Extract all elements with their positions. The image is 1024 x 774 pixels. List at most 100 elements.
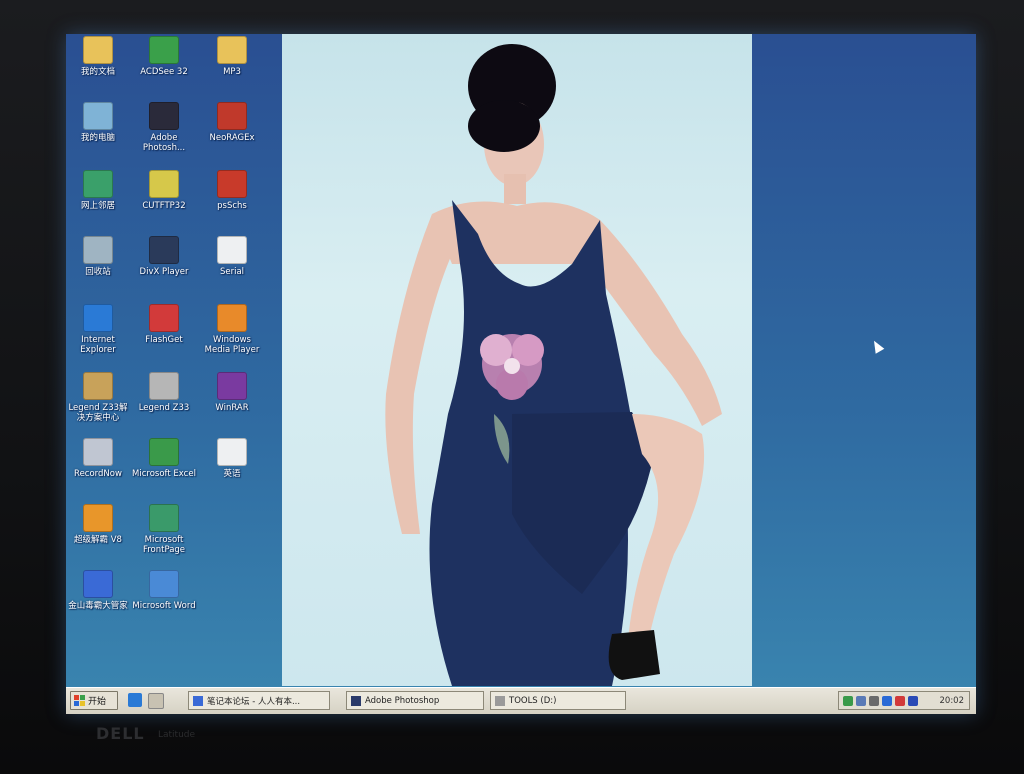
- text-document-icon: [217, 438, 247, 466]
- legend-support-icon: [83, 372, 113, 400]
- desktop-icon-label: 我的文档: [80, 67, 115, 77]
- desktop-icon-label: Adobe Photosh...: [142, 133, 186, 153]
- player-icon: [83, 504, 113, 532]
- desktop-icon[interactable]: Microsoft Excel: [132, 438, 196, 479]
- start-button[interactable]: 开始: [70, 691, 118, 710]
- photoshop-icon: [351, 695, 361, 706]
- desktop-icon[interactable]: Windows Media Player: [200, 304, 264, 355]
- desktop-screen: 我的文档我的电脑网上邻居回收站 Internet Explorer Legend Z…: [66, 34, 976, 714]
- text-document-icon: [217, 236, 247, 264]
- desktop-icon-label: 回收站: [85, 267, 111, 277]
- recycle-bin-icon: [83, 236, 113, 264]
- task-label: 笔记本论坛 - 人人有本...: [207, 696, 301, 707]
- desktop-icon[interactable]: 金山毒霸大管家: [66, 570, 130, 611]
- task-tools-drive[interactable]: TOOLS (D:): [490, 691, 626, 710]
- network-neighborhood-icon: [83, 170, 113, 198]
- photoshop-eye-icon: [149, 102, 179, 130]
- cuteftp-icon: [149, 170, 179, 198]
- desktop-icon-label: 网上邻居: [80, 201, 115, 211]
- antivirus-tray-icon[interactable]: [895, 695, 905, 706]
- desktop-icon[interactable]: CUTFTP32: [132, 170, 196, 211]
- flashget-icon: [149, 304, 179, 332]
- quick-launch: [128, 693, 164, 709]
- task-photoshop[interactable]: Adobe Photoshop: [346, 691, 484, 710]
- desktop-icon[interactable]: 回收站: [66, 236, 130, 277]
- mouse-pointer: [869, 338, 885, 354]
- desktop-icon[interactable]: MP3: [200, 36, 264, 77]
- recordnow-icon: [83, 438, 113, 466]
- monitor-model: Latitude: [158, 730, 196, 740]
- start-label: 开始: [88, 697, 107, 707]
- desktop-icon[interactable]: 我的电脑: [66, 102, 130, 143]
- desktop-icon[interactable]: DivX Player: [132, 236, 196, 277]
- desktop-icon-label: NeoRAGEx: [209, 133, 255, 143]
- desktop-icon[interactable]: RecordNow: [66, 438, 130, 479]
- desktop-icon[interactable]: Serial: [200, 236, 264, 277]
- desktop-icon[interactable]: Microsoft Word: [132, 570, 196, 611]
- desktop-icon-label: ACDSee 32: [140, 67, 188, 77]
- desktop-icon[interactable]: 英语: [200, 438, 264, 479]
- excel-icon: [149, 438, 179, 466]
- desktop-icon[interactable]: psSchs: [200, 170, 264, 211]
- desktop-icon-label: Microsoft Word: [132, 601, 196, 611]
- shield-icon[interactable]: [882, 695, 892, 706]
- acdsee-icon: [149, 36, 179, 64]
- frontpage-icon: [149, 504, 179, 532]
- desktop-icon-label: RecordNow: [74, 469, 122, 479]
- desktop-icon[interactable]: FlashGet: [132, 304, 196, 345]
- desktop-icon[interactable]: ACDSee 32: [132, 36, 196, 77]
- desktop-icon[interactable]: 超级解霸 V8: [66, 504, 130, 545]
- my-computer-icon: [83, 102, 113, 130]
- task-label: TOOLS (D:): [509, 695, 557, 706]
- game-icon: [217, 170, 247, 198]
- desktop-icon[interactable]: 网上邻居: [66, 170, 130, 211]
- media-player-icon: [217, 304, 247, 332]
- desktop-icon-label: WinRAR: [215, 403, 249, 413]
- ime-icon[interactable]: [856, 695, 866, 706]
- monitor-brand: DELL: [96, 724, 145, 743]
- desktop-icon-label: Microsoft FrontPage: [142, 535, 186, 555]
- desktop-icon-label: MP3: [223, 67, 241, 77]
- word-icon: [149, 570, 179, 598]
- task-label: Adobe Photoshop: [365, 695, 440, 706]
- taskbar-clock: 20:02: [939, 695, 965, 706]
- desktop-icon[interactable]: WinRAR: [200, 372, 264, 413]
- desktop-icon-label: CUTFTP32: [142, 201, 186, 211]
- desktop-icon-label: 英语: [223, 469, 241, 479]
- desktop-icon-label: Internet Explorer: [80, 335, 116, 355]
- legend-icon: [149, 372, 179, 400]
- desktop-icon-label: FlashGet: [145, 335, 183, 345]
- desktop-icon[interactable]: 我的文档: [66, 36, 130, 77]
- internet-explorer-icon[interactable]: [128, 693, 142, 707]
- wallpaper-image: [282, 34, 752, 686]
- divx-player-icon: [149, 236, 179, 264]
- desktop-icon[interactable]: Legend Z33: [132, 372, 196, 413]
- desktop-icon-label: Legend Z33解决方案中心: [68, 403, 128, 423]
- desktop-icon[interactable]: Internet Explorer: [66, 304, 130, 355]
- system-tray: 20:02: [838, 691, 970, 710]
- desktop-icon-label: psSchs: [217, 201, 247, 211]
- my-documents-icon: [83, 36, 113, 64]
- volume-icon[interactable]: [869, 695, 879, 706]
- internet-explorer-icon: [83, 304, 113, 332]
- taskbar: 开始 笔记本论坛 - 人人有本... Adobe Photoshop TOOLS…: [66, 687, 976, 714]
- task-forum-window[interactable]: 笔记本论坛 - 人人有本...: [188, 691, 330, 710]
- desktop-icon-label: 我的电脑: [80, 133, 115, 143]
- desktop-icon-label: DivX Player: [139, 267, 189, 277]
- network-icon[interactable]: [843, 695, 853, 706]
- drive-icon: [495, 695, 505, 706]
- ch-indicator-icon[interactable]: [908, 695, 918, 706]
- desktop-icon[interactable]: Microsoft FrontPage: [132, 504, 196, 555]
- desktop-icon-label: 超级解霸 V8: [74, 535, 122, 545]
- winrar-icon: [217, 372, 247, 400]
- desktop-icon[interactable]: Adobe Photosh...: [132, 102, 196, 153]
- desktop-icon-label: 金山毒霸大管家: [68, 601, 128, 611]
- neoragex-icon: [217, 102, 247, 130]
- desktop-icon[interactable]: NeoRAGEx: [200, 102, 264, 143]
- desktop-icon-label: Serial: [219, 267, 245, 277]
- windows-flag-icon: [74, 695, 85, 706]
- desktop-icon[interactable]: Legend Z33解决方案中心: [66, 372, 130, 423]
- antivirus-icon: [83, 570, 113, 598]
- wallpaper-figure: [385, 44, 722, 686]
- show-desktop-icon[interactable]: [148, 693, 164, 709]
